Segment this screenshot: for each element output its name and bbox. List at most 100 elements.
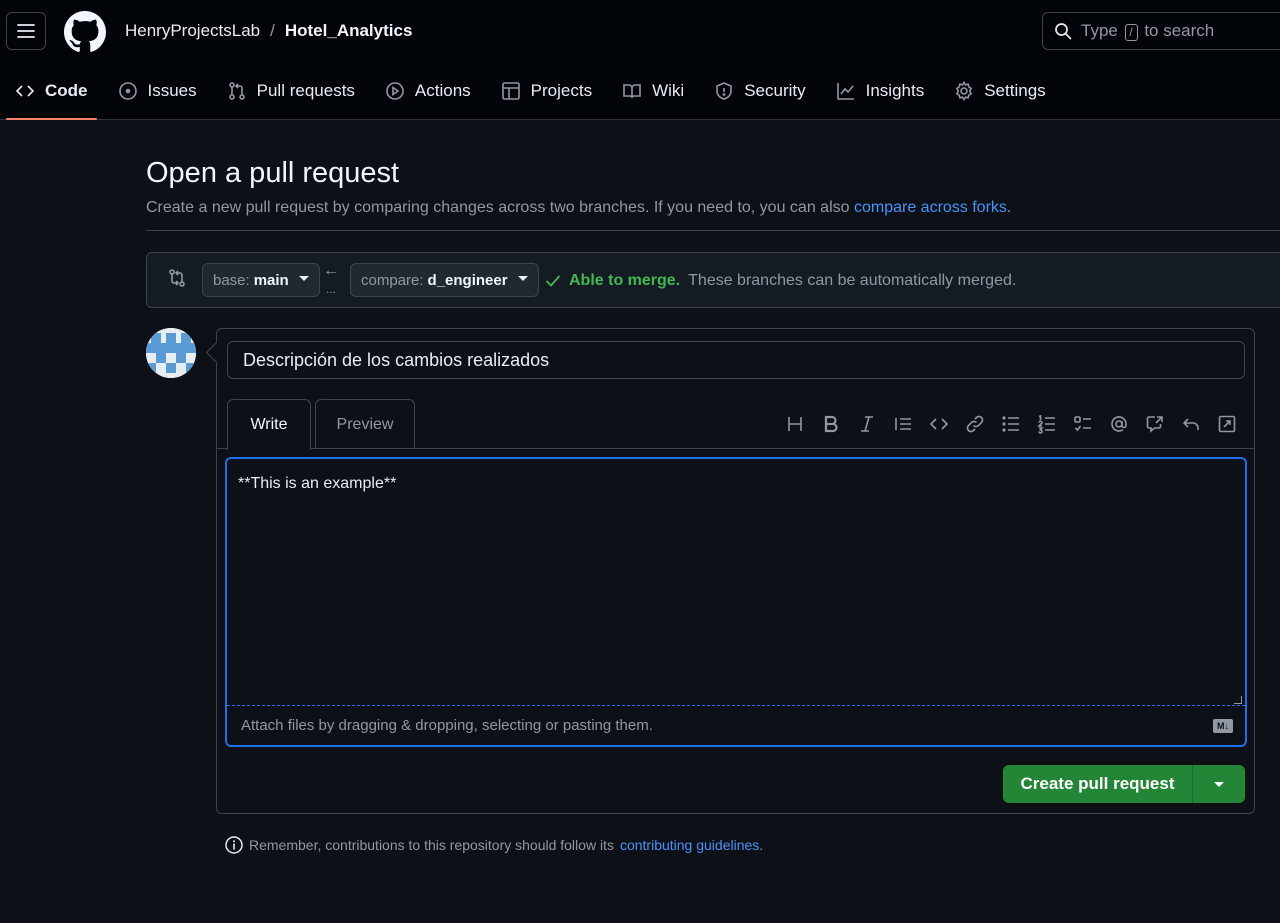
tab-label: Issues [147, 81, 197, 100]
divider [146, 230, 1280, 231]
menu-button[interactable] [6, 12, 46, 50]
tab-label: Projects [530, 81, 593, 100]
caret-down-icon [517, 275, 528, 281]
issue-opened-icon [118, 82, 137, 100]
tab-preview[interactable]: Preview [315, 399, 415, 449]
reply-icon [1182, 418, 1199, 430]
compare-branch-select[interactable]: compare: d_engineer [350, 263, 539, 297]
pr-body-editor[interactable]: **This is an example** Attach files by d… [225, 457, 1247, 747]
hamburger-icon [17, 24, 35, 38]
global-header: HenryProjectsLab / Hotel_Analytics Type … [0, 0, 1280, 120]
tab-code[interactable]: Code [0, 66, 103, 120]
tab-settings[interactable]: Settings [939, 66, 1060, 116]
cross-reference-button[interactable] [1137, 411, 1173, 437]
compare-across-forks-link[interactable]: compare across forks [854, 199, 1007, 216]
github-logo-icon[interactable] [64, 11, 106, 53]
merge-ok-text: Able to merge. [569, 272, 681, 289]
tab-issues[interactable]: Issues [103, 66, 212, 116]
caret-down-icon [1214, 781, 1224, 787]
tab-label: Code [45, 81, 88, 100]
ordered-list-icon [1037, 414, 1055, 434]
tab-actions[interactable]: Actions [370, 66, 486, 116]
create-pull-request-button[interactable]: Create pull request [1003, 765, 1193, 803]
gear-icon [956, 81, 973, 101]
tab-label: Settings [984, 81, 1046, 100]
code-button[interactable] [921, 411, 957, 437]
tasklist-button[interactable] [1065, 411, 1101, 437]
tab-label: Wiki [652, 81, 685, 100]
shield-icon [716, 82, 733, 100]
breadcrumb-owner-link[interactable]: HenryProjectsLab [125, 21, 260, 41]
markdown-icon[interactable]: M↓ [1213, 719, 1233, 733]
pull-request-form: Write Preview **This is an example** Att… [216, 328, 1255, 814]
breadcrumb: HenryProjectsLab / Hotel_Analytics [125, 21, 412, 41]
tab-write[interactable]: Write [227, 399, 311, 450]
left-arrow-icon: ← [323, 262, 339, 279]
tasklist-icon [1074, 416, 1091, 432]
markdown-toolbar [777, 411, 1245, 437]
search-placeholder: Type / to search [1081, 21, 1215, 41]
tab-security[interactable]: Security [699, 66, 820, 116]
tab-label: Actions [414, 81, 471, 100]
unordered-list-button[interactable] [993, 411, 1029, 437]
contributing-note-text: Remember, contributions to this reposito… [249, 837, 614, 853]
subtitle-end: . [1006, 199, 1012, 216]
mention-button[interactable] [1101, 411, 1137, 437]
reply-button[interactable] [1173, 411, 1209, 437]
pr-body-textarea[interactable]: **This is an example** [238, 475, 396, 493]
graph-icon [836, 83, 854, 100]
bold-icon [824, 415, 838, 433]
page-title: Open a pull request [146, 157, 400, 189]
tab-insights[interactable]: Insights [821, 66, 940, 116]
tab-projects[interactable]: Projects [486, 66, 607, 116]
dots-text: ... [325, 282, 336, 296]
pr-title-input[interactable] [227, 341, 1245, 379]
cross-reference-icon [1146, 416, 1163, 433]
quote-icon [895, 418, 911, 430]
git-compare-icon [169, 269, 185, 287]
italic-button[interactable] [849, 411, 885, 437]
search-input[interactable]: Type / to search [1042, 12, 1280, 50]
link-button[interactable] [957, 411, 993, 437]
compare-branch-name: d_engineer [427, 271, 508, 289]
compare-arrow: ← ... [323, 262, 339, 296]
ordered-list-button[interactable] [1029, 411, 1065, 437]
tabs-divider [217, 448, 1254, 449]
caret-down-icon [298, 275, 309, 281]
base-prefix: base: [213, 271, 250, 289]
attach-files-text[interactable]: Attach files by dragging & dropping, sel… [241, 717, 653, 734]
subtitle-text: Create a new pull request by comparing c… [146, 199, 850, 216]
tab-wiki[interactable]: Wiki [607, 66, 699, 116]
search-icon [1055, 23, 1072, 40]
bold-button[interactable] [813, 411, 849, 437]
search-shortcut-key: / [1124, 24, 1138, 41]
play-icon [386, 82, 404, 100]
unordered-list-icon [1002, 416, 1019, 432]
merge-detail-text: These branches can be automatically merg… [688, 272, 1017, 289]
resize-handle[interactable] [1234, 696, 1242, 704]
mention-icon [1111, 416, 1127, 432]
info-icon [225, 836, 243, 854]
heading-button[interactable] [777, 411, 813, 437]
base-branch-name: main [253, 271, 289, 289]
compare-prefix: compare: [361, 271, 424, 289]
table-icon [501, 82, 520, 100]
base-branch-select[interactable]: base: main [202, 263, 320, 297]
avatar[interactable] [146, 328, 196, 378]
quote-button[interactable] [885, 411, 921, 437]
create-options-dropdown[interactable] [1193, 765, 1245, 803]
merge-status: Able to merge. These branches can be aut… [545, 272, 1016, 290]
git-pull-request-icon [228, 82, 245, 100]
tab-pull-requests[interactable]: Pull requests [212, 66, 370, 116]
repo-nav: Code Issues Pull requests Actions Projec… [0, 66, 1061, 120]
contributing-note-end: . [759, 837, 764, 853]
fullscreen-button[interactable] [1209, 411, 1245, 437]
page-subtitle: Create a new pull request by comparing c… [146, 199, 1011, 217]
contributing-guidelines-link[interactable]: contributing guidelines [620, 837, 759, 853]
breadcrumb-repo-link[interactable]: Hotel_Analytics [285, 21, 413, 41]
code-icon [929, 418, 949, 430]
fullscreen-icon [1218, 415, 1236, 433]
create-pull-request-button-group: Create pull request [1003, 765, 1245, 803]
book-icon [623, 84, 641, 99]
check-icon [546, 275, 560, 287]
